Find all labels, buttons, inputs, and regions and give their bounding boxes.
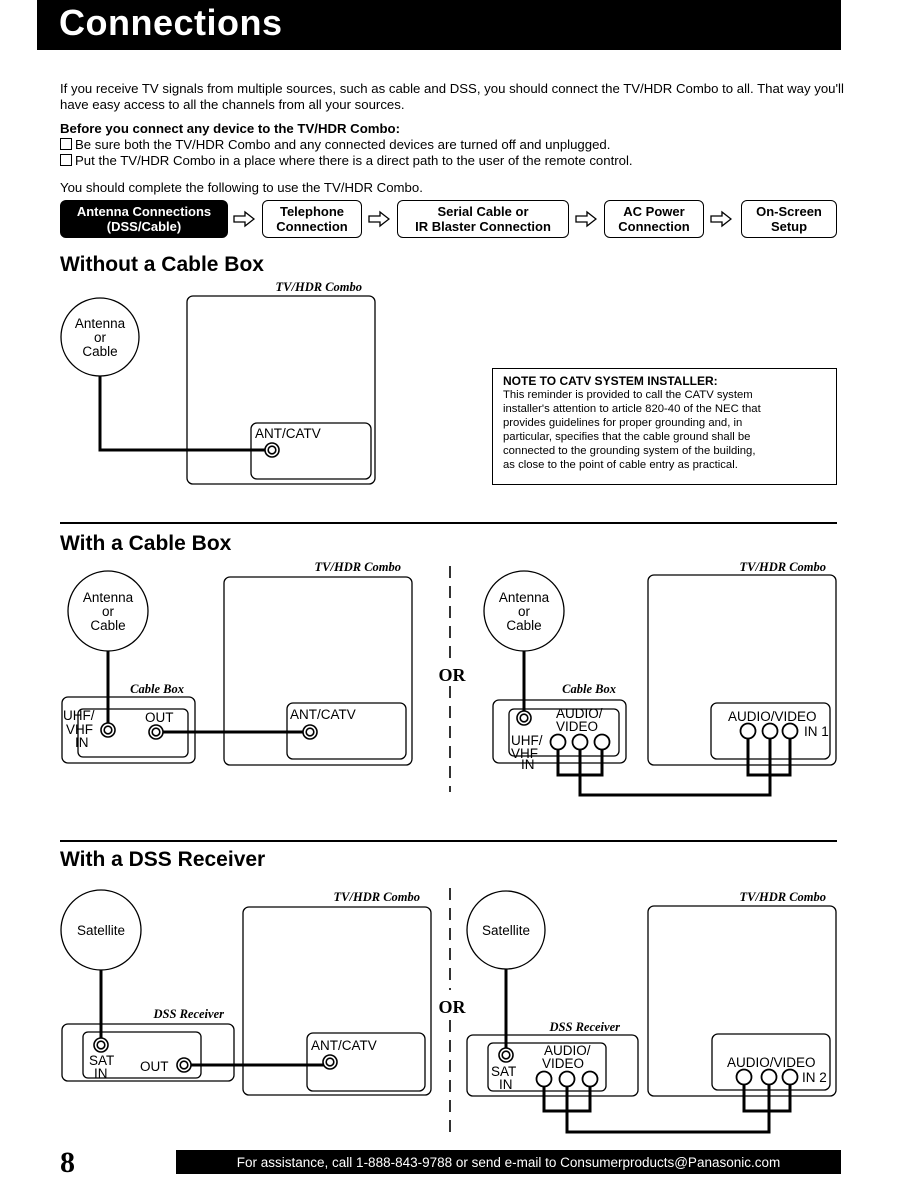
svg-text:Cable: Cable <box>90 618 125 633</box>
rca-jack-icon <box>558 1070 576 1088</box>
svg-text:IN 2: IN 2 <box>802 1070 827 1085</box>
svg-text:VIDEO: VIDEO <box>556 719 598 734</box>
coax-cable <box>98 376 272 452</box>
svg-text:Antenna: Antenna <box>83 590 134 605</box>
svg-text:IN: IN <box>75 735 89 750</box>
tv-hdr-combo-box <box>186 295 376 485</box>
port-label: ANT/CATV <box>255 426 321 441</box>
coax-jack-icon <box>148 724 164 740</box>
svg-text:IN: IN <box>521 757 535 772</box>
or-divider: OR <box>439 566 467 792</box>
svg-text:Satellite: Satellite <box>482 923 530 938</box>
coax-jack-icon <box>93 1037 109 1053</box>
svg-text:TV/HDR Combo: TV/HDR Combo <box>315 560 401 574</box>
svg-text:IN: IN <box>499 1077 513 1092</box>
svg-text:Satellite: Satellite <box>77 923 125 938</box>
device-label: DSS Receiver <box>153 1007 225 1021</box>
coax-jack-icon <box>516 710 532 726</box>
diagram-cable-box-av: Antenna or Cable Cable Box UHF/ VHF IN A… <box>483 560 837 797</box>
coax-jack-icon <box>176 1057 192 1073</box>
svg-text:Antenna: Antenna <box>499 590 550 605</box>
svg-text:ANT/CATV: ANT/CATV <box>290 707 356 722</box>
svg-text:TV/HDR Combo: TV/HDR Combo <box>740 890 826 904</box>
coax-jack-icon <box>498 1047 514 1063</box>
rca-jack-icon <box>781 1068 799 1086</box>
assistance-text: For assistance, call 1-888-843-9788 or s… <box>236 1154 781 1170</box>
coax-jack-icon <box>302 724 318 740</box>
tv-label: TV/HDR Combo <box>276 280 362 294</box>
svg-text:DSS Receiver: DSS Receiver <box>549 1020 621 1034</box>
svg-text:Cable: Cable <box>82 344 117 359</box>
diagram-cable-box-ant: Antenna or Cable Cable Box UHF/ VHF IN O… <box>61 560 413 766</box>
svg-text:or: or <box>518 604 531 619</box>
rca-jack-icon <box>739 722 757 740</box>
svg-text:Cable Box: Cable Box <box>562 682 616 696</box>
rca-jack-icon <box>571 733 589 751</box>
connection-diagrams: Antenna or Cable TV/HDR Combo ANT/CATV A… <box>60 280 837 1134</box>
svg-text:UHF/: UHF/ <box>63 708 95 723</box>
svg-text:TV/HDR Combo: TV/HDR Combo <box>740 560 826 574</box>
diagram-without-cable-box: Antenna or Cable TV/HDR Combo ANT/CATV <box>60 280 376 485</box>
tv-hdr-combo-box <box>223 576 413 766</box>
svg-text:or: or <box>102 604 115 619</box>
rca-jack-icon <box>760 1068 778 1086</box>
coax-jack-icon <box>322 1054 338 1070</box>
tv-hdr-combo-box <box>242 906 432 1096</box>
rca-jack-icon <box>761 722 779 740</box>
svg-text:TV/HDR Combo: TV/HDR Combo <box>334 890 420 904</box>
rca-jack-icon <box>781 722 799 740</box>
rca-jack-icon <box>549 733 567 751</box>
svg-text:AUDIO/VIDEO: AUDIO/VIDEO <box>727 1055 816 1070</box>
rca-jack-icon <box>581 1070 599 1088</box>
svg-text:IN: IN <box>94 1066 108 1081</box>
svg-text:IN 1: IN 1 <box>804 724 829 739</box>
coax-jack-icon <box>100 722 116 738</box>
rca-jack-icon <box>735 1068 753 1086</box>
av-cable <box>556 744 792 797</box>
device-label: Cable Box <box>130 682 184 696</box>
diagram-dss-av: Satellite DSS Receiver SAT IN AUDIO/ VID… <box>466 890 837 1134</box>
or-divider: OR <box>439 888 467 1132</box>
svg-text:AUDIO/VIDEO: AUDIO/VIDEO <box>728 709 817 724</box>
svg-text:VIDEO: VIDEO <box>542 1056 584 1071</box>
source-label: Antenna <box>75 316 126 331</box>
assistance-banner: For assistance, call 1-888-843-9788 or s… <box>176 1150 841 1174</box>
av-cable <box>542 1081 792 1134</box>
svg-text:ANT/CATV: ANT/CATV <box>311 1038 377 1053</box>
coax-jack-icon <box>264 442 280 458</box>
or-label: OR <box>439 665 467 685</box>
or-label: OR <box>439 997 467 1017</box>
svg-text:or: or <box>94 330 107 345</box>
diagram-dss-ant: Satellite DSS Receiver SAT IN OUT TV/HDR… <box>60 889 432 1096</box>
svg-text:OUT: OUT <box>145 710 174 725</box>
svg-text:OUT: OUT <box>140 1059 169 1074</box>
rca-jack-icon <box>535 1070 553 1088</box>
page-number: 8 <box>60 1146 75 1179</box>
rca-jack-icon <box>593 733 611 751</box>
svg-text:Cable: Cable <box>506 618 541 633</box>
